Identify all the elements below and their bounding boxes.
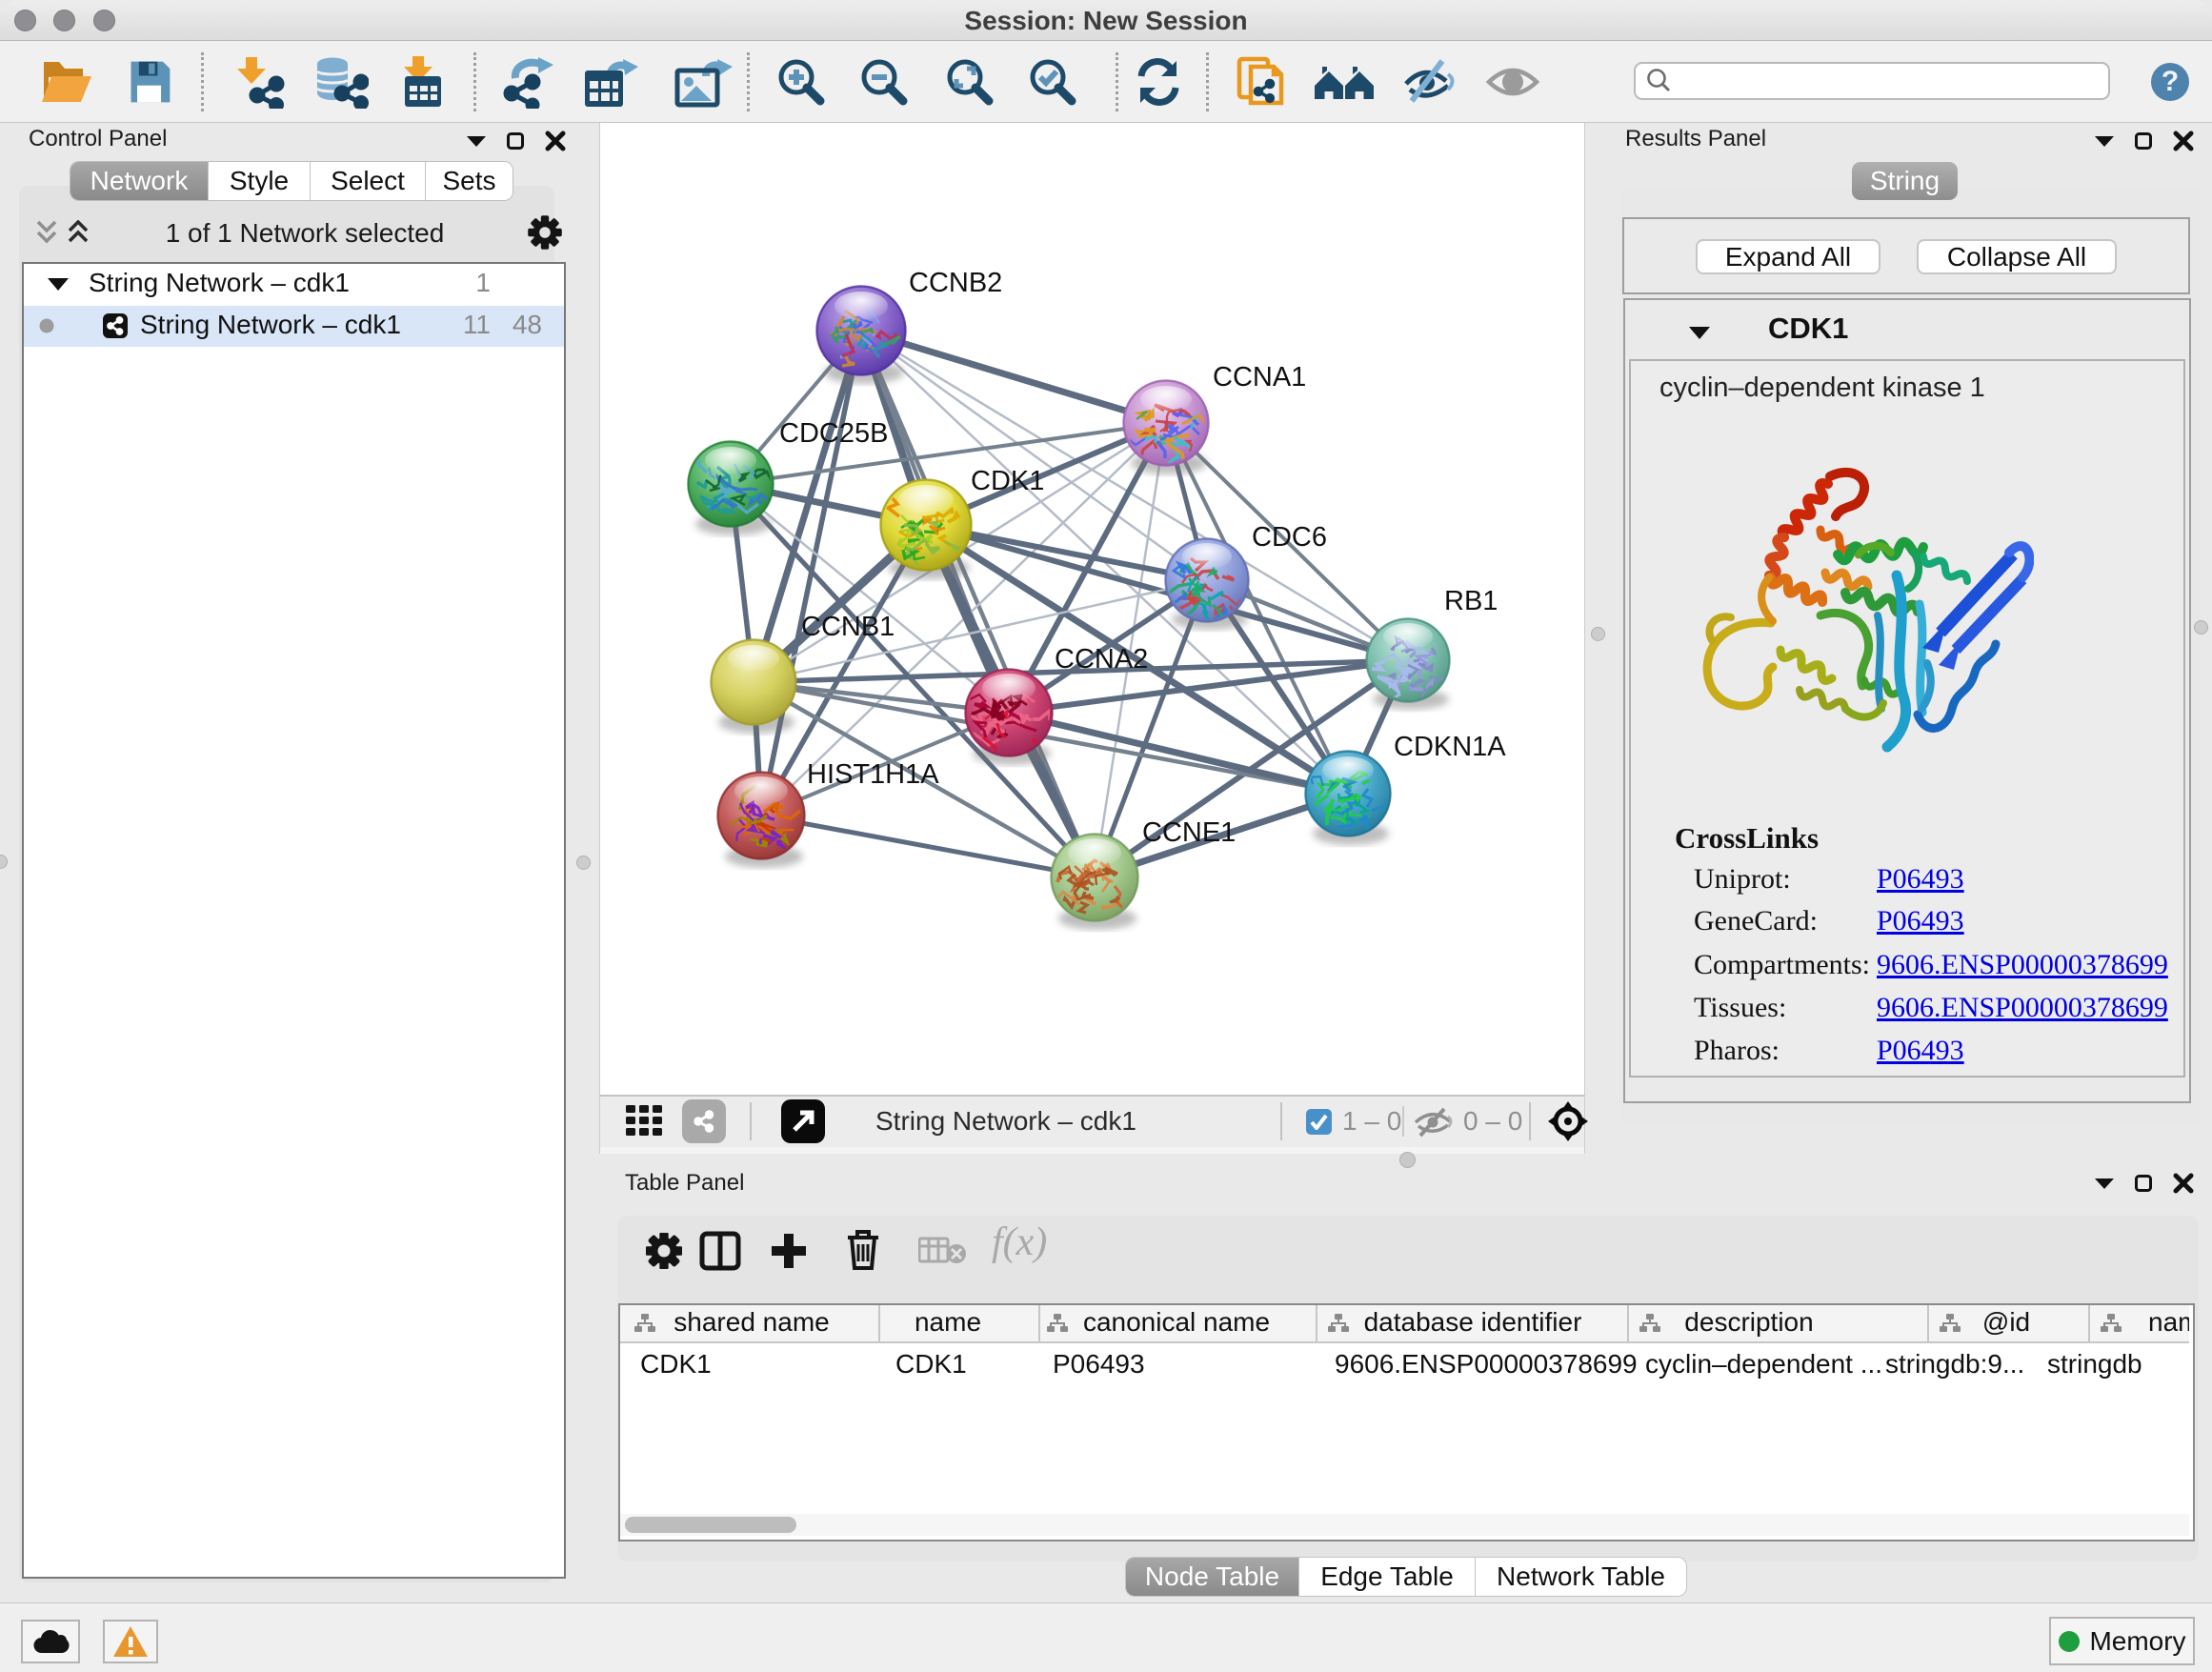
svg-text:CDC25B: CDC25B (779, 418, 888, 449)
svg-text:CCNE1: CCNE1 (1142, 817, 1236, 848)
svg-text:CDC6: CDC6 (1252, 522, 1327, 553)
svg-text:CDKN1A: CDKN1A (1394, 732, 1506, 762)
svg-text:CDK1: CDK1 (971, 466, 1044, 496)
svg-text:?: ? (2162, 66, 2179, 97)
svg-text:CCNA2: CCNA2 (1055, 644, 1148, 675)
svg-text:CCNA1: CCNA1 (1213, 362, 1306, 393)
svg-text:CCNB2: CCNB2 (909, 268, 1002, 298)
svg-text:CCNB1: CCNB1 (801, 612, 895, 642)
svg-text:HIST1H1A: HIST1H1A (807, 759, 939, 790)
svg-text:RB1: RB1 (1444, 586, 1498, 616)
